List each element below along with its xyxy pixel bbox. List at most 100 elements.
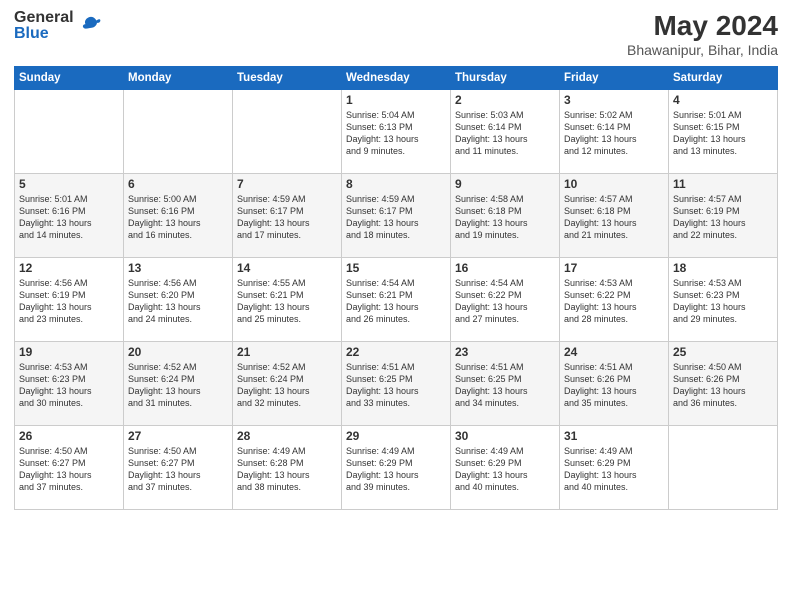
- day-info: Sunrise: 4:53 AM Sunset: 6:23 PM Dayligh…: [673, 277, 773, 326]
- day-cell: 7 Sunrise: 4:59 AM Sunset: 6:17 PM Daylig…: [233, 174, 342, 258]
- day-cell: 13 Sunrise: 4:56 AM Sunset: 6:20 PM Dayli…: [124, 258, 233, 342]
- header-cell-monday: Monday: [124, 67, 233, 90]
- day-number: 5: [19, 177, 119, 191]
- location: Bhawanipur, Bihar, India: [627, 42, 778, 58]
- day-number: 11: [673, 177, 773, 191]
- day-number: 30: [455, 429, 555, 443]
- day-number: 29: [346, 429, 446, 443]
- day-cell: 27 Sunrise: 4:50 AM Sunset: 6:27 PM Dayli…: [124, 426, 233, 510]
- week-row-2: 5 Sunrise: 5:01 AM Sunset: 6:16 PM Daylig…: [15, 174, 778, 258]
- day-number: 26: [19, 429, 119, 443]
- day-info: Sunrise: 4:59 AM Sunset: 6:17 PM Dayligh…: [237, 193, 337, 242]
- day-info: Sunrise: 4:49 AM Sunset: 6:29 PM Dayligh…: [455, 445, 555, 494]
- day-info: Sunrise: 4:50 AM Sunset: 6:26 PM Dayligh…: [673, 361, 773, 410]
- day-number: 8: [346, 177, 446, 191]
- day-info: Sunrise: 4:55 AM Sunset: 6:21 PM Dayligh…: [237, 277, 337, 326]
- day-info: Sunrise: 5:03 AM Sunset: 6:14 PM Dayligh…: [455, 109, 555, 158]
- day-info: Sunrise: 4:56 AM Sunset: 6:20 PM Dayligh…: [128, 277, 228, 326]
- day-number: 7: [237, 177, 337, 191]
- day-cell: 26 Sunrise: 4:50 AM Sunset: 6:27 PM Dayli…: [15, 426, 124, 510]
- day-info: Sunrise: 4:49 AM Sunset: 6:28 PM Dayligh…: [237, 445, 337, 494]
- day-cell: 12Sunrise: 4:56 AM Sunset: 6:19 PM Dayli…: [15, 258, 124, 342]
- calendar-table: SundayMondayTuesdayWednesdayThursdayFrid…: [14, 66, 778, 510]
- day-info: Sunrise: 4:53 AM Sunset: 6:22 PM Dayligh…: [564, 277, 664, 326]
- day-number: 24: [564, 345, 664, 359]
- day-info: Sunrise: 5:01 AM Sunset: 6:16 PM Dayligh…: [19, 193, 119, 242]
- day-cell: 22Sunrise: 4:51 AM Sunset: 6:25 PM Dayli…: [342, 342, 451, 426]
- day-cell: 4Sunrise: 5:01 AM Sunset: 6:15 PM Daylig…: [669, 90, 778, 174]
- day-cell: 2 Sunrise: 5:03 AM Sunset: 6:14 PM Daylig…: [451, 90, 560, 174]
- day-number: 15: [346, 261, 446, 275]
- day-info: Sunrise: 4:59 AM Sunset: 6:17 PM Dayligh…: [346, 193, 446, 242]
- day-info: Sunrise: 5:00 AM Sunset: 6:16 PM Dayligh…: [128, 193, 228, 242]
- day-number: 10: [564, 177, 664, 191]
- logo-text: General Blue: [14, 10, 74, 42]
- title-section: May 2024 Bhawanipur, Bihar, India: [627, 10, 778, 58]
- day-info: Sunrise: 4:50 AM Sunset: 6:27 PM Dayligh…: [128, 445, 228, 494]
- day-cell: 21 Sunrise: 4:52 AM Sunset: 6:24 PM Dayli…: [233, 342, 342, 426]
- logo-general: General: [14, 10, 74, 26]
- day-cell: [15, 90, 124, 174]
- day-number: 23: [455, 345, 555, 359]
- day-info: Sunrise: 4:51 AM Sunset: 6:25 PM Dayligh…: [455, 361, 555, 410]
- day-info: Sunrise: 5:01 AM Sunset: 6:15 PM Dayligh…: [673, 109, 773, 158]
- day-info: Sunrise: 4:49 AM Sunset: 6:29 PM Dayligh…: [346, 445, 446, 494]
- header-cell-friday: Friday: [560, 67, 669, 90]
- day-cell: 15 Sunrise: 4:54 AM Sunset: 6:21 PM Dayli…: [342, 258, 451, 342]
- day-number: 9: [455, 177, 555, 191]
- day-info: Sunrise: 4:51 AM Sunset: 6:26 PM Dayligh…: [564, 361, 664, 410]
- page: General Blue May 2024 Bhawanipur, Bihar,…: [0, 0, 792, 612]
- day-cell: [669, 426, 778, 510]
- day-cell: 28 Sunrise: 4:49 AM Sunset: 6:28 PM Dayli…: [233, 426, 342, 510]
- logo: General Blue: [14, 10, 102, 42]
- day-info: Sunrise: 4:52 AM Sunset: 6:24 PM Dayligh…: [237, 361, 337, 410]
- day-number: 21: [237, 345, 337, 359]
- day-info: Sunrise: 4:58 AM Sunset: 6:18 PM Dayligh…: [455, 193, 555, 242]
- day-number: 2: [455, 93, 555, 107]
- week-row-4: 19 Sunrise: 4:53 AM Sunset: 6:23 PM Dayli…: [15, 342, 778, 426]
- day-number: 27: [128, 429, 228, 443]
- day-info: Sunrise: 5:02 AM Sunset: 6:14 PM Dayligh…: [564, 109, 664, 158]
- day-number: 28: [237, 429, 337, 443]
- day-number: 25: [673, 345, 773, 359]
- day-cell: 25 Sunrise: 4:50 AM Sunset: 6:26 PM Dayli…: [669, 342, 778, 426]
- day-cell: 30 Sunrise: 4:49 AM Sunset: 6:29 PM Dayli…: [451, 426, 560, 510]
- week-row-5: 26 Sunrise: 4:50 AM Sunset: 6:27 PM Dayli…: [15, 426, 778, 510]
- day-info: Sunrise: 4:57 AM Sunset: 6:18 PM Dayligh…: [564, 193, 664, 242]
- day-info: Sunrise: 4:56 AM Sunset: 6:19 PM Dayligh…: [19, 277, 119, 326]
- day-cell: 18 Sunrise: 4:53 AM Sunset: 6:23 PM Dayli…: [669, 258, 778, 342]
- day-number: 31: [564, 429, 664, 443]
- day-cell: 24 Sunrise: 4:51 AM Sunset: 6:26 PM Dayli…: [560, 342, 669, 426]
- day-info: Sunrise: 4:50 AM Sunset: 6:27 PM Dayligh…: [19, 445, 119, 494]
- logo-bird-icon: [80, 15, 102, 37]
- day-cell: 23 Sunrise: 4:51 AM Sunset: 6:25 PM Dayli…: [451, 342, 560, 426]
- day-cell: 31 Sunrise: 4:49 AM Sunset: 6:29 PM Dayli…: [560, 426, 669, 510]
- week-row-3: 12Sunrise: 4:56 AM Sunset: 6:19 PM Dayli…: [15, 258, 778, 342]
- day-info: Sunrise: 4:53 AM Sunset: 6:23 PM Dayligh…: [19, 361, 119, 410]
- day-cell: 11Sunrise: 4:57 AM Sunset: 6:19 PM Dayli…: [669, 174, 778, 258]
- header-row: SundayMondayTuesdayWednesdayThursdayFrid…: [15, 67, 778, 90]
- header: General Blue May 2024 Bhawanipur, Bihar,…: [14, 10, 778, 58]
- day-number: 17: [564, 261, 664, 275]
- day-info: Sunrise: 5:04 AM Sunset: 6:13 PM Dayligh…: [346, 109, 446, 158]
- header-cell-saturday: Saturday: [669, 67, 778, 90]
- header-cell-thursday: Thursday: [451, 67, 560, 90]
- day-cell: 6 Sunrise: 5:00 AM Sunset: 6:16 PM Daylig…: [124, 174, 233, 258]
- day-cell: 10 Sunrise: 4:57 AM Sunset: 6:18 PM Dayli…: [560, 174, 669, 258]
- day-cell: [124, 90, 233, 174]
- header-cell-tuesday: Tuesday: [233, 67, 342, 90]
- day-number: 18: [673, 261, 773, 275]
- day-number: 1: [346, 93, 446, 107]
- day-number: 13: [128, 261, 228, 275]
- day-info: Sunrise: 4:49 AM Sunset: 6:29 PM Dayligh…: [564, 445, 664, 494]
- day-info: Sunrise: 4:54 AM Sunset: 6:21 PM Dayligh…: [346, 277, 446, 326]
- day-number: 19: [19, 345, 119, 359]
- day-cell: 9 Sunrise: 4:58 AM Sunset: 6:18 PM Daylig…: [451, 174, 560, 258]
- day-number: 6: [128, 177, 228, 191]
- day-cell: 3 Sunrise: 5:02 AM Sunset: 6:14 PM Daylig…: [560, 90, 669, 174]
- day-info: Sunrise: 4:54 AM Sunset: 6:22 PM Dayligh…: [455, 277, 555, 326]
- day-cell: 20Sunrise: 4:52 AM Sunset: 6:24 PM Dayli…: [124, 342, 233, 426]
- day-number: 3: [564, 93, 664, 107]
- day-number: 16: [455, 261, 555, 275]
- day-cell: 16 Sunrise: 4:54 AM Sunset: 6:22 PM Dayli…: [451, 258, 560, 342]
